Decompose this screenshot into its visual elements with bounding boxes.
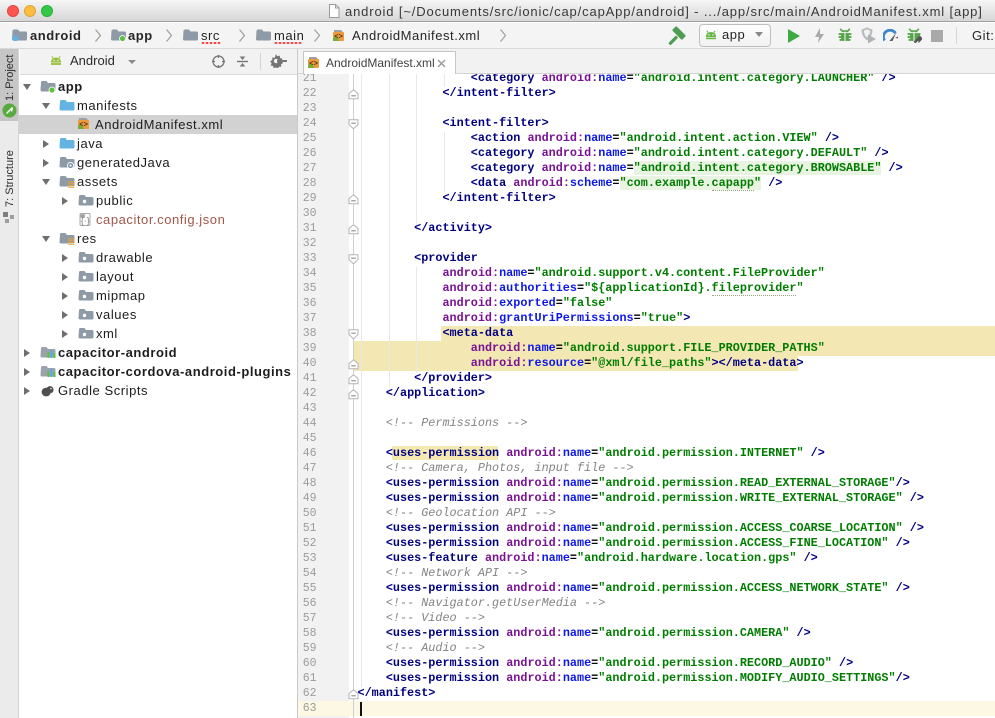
svg-text:<>: <> bbox=[79, 121, 88, 129]
svg-text:<>: <> bbox=[309, 61, 318, 69]
svg-text:<>: <> bbox=[334, 34, 343, 42]
svg-text:{·}: {·} bbox=[81, 215, 90, 225]
